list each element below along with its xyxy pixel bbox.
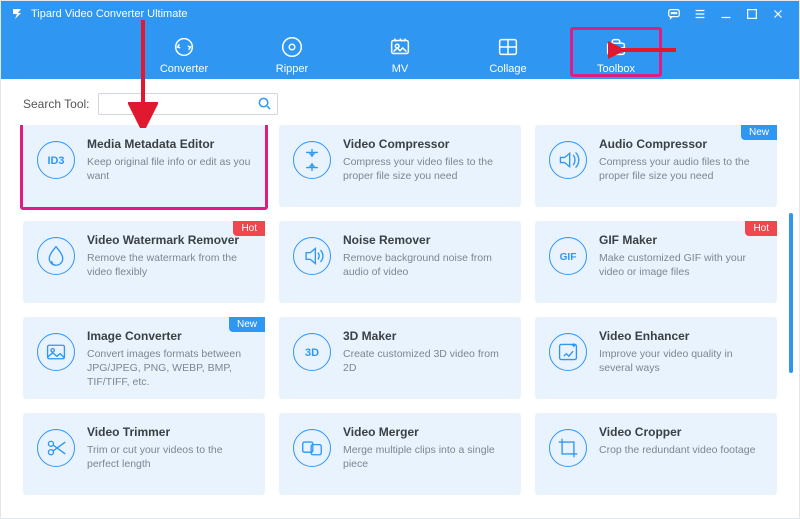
ripper-icon [256,33,328,61]
audiocomp-icon [549,141,587,179]
tool-title: Video Merger [343,425,507,439]
tool-desc: Merge multiple clips into a single piece [343,443,507,471]
tool-card-compress[interactable]: Video Compressor Compress your video file… [279,125,521,207]
toolbar: Search Tool: [1,79,799,125]
tool-title: Image Converter [87,329,251,343]
close-button[interactable] [765,5,791,23]
tool-title: Noise Remover [343,233,507,247]
search-input[interactable] [98,93,278,115]
mv-icon [364,33,436,61]
badge-hot: Hot [745,221,777,236]
tool-title: GIF Maker [599,233,763,247]
search-icon[interactable] [257,96,272,114]
tool-desc: Compress your video files to the proper … [343,155,507,183]
tool-grid-wrap: Media Metadata Editor Keep original file … [1,125,799,519]
titlebar: Tipard Video Converter Ultimate [1,1,799,25]
tool-card-audiocomp[interactable]: Audio Compressor Compress your audio file… [535,125,777,207]
tool-card-watermark[interactable]: Video Watermark Remover Remove the waterm… [23,221,265,303]
tool-title: Media Metadata Editor [87,137,251,151]
tool-card-crop[interactable]: Video Cropper Crop the redundant video fo… [535,413,777,495]
tool-desc: Convert images formats between JPG/JPEG,… [87,347,251,390]
compress-icon [293,141,331,179]
tool-desc: Create customized 3D video from 2D [343,347,507,375]
tool-title: Video Watermark Remover [87,233,251,247]
main-nav: Converter Ripper MV Collage Toolbox [1,33,799,75]
imgconv-icon [37,333,75,371]
converter-icon [148,33,220,61]
tool-card-id3[interactable]: Media Metadata Editor Keep original file … [23,125,265,207]
nav-label: Ripper [256,63,328,75]
scrollbar-thumb[interactable] [789,213,793,373]
3d-icon [293,333,331,371]
enhance-icon [549,333,587,371]
collage-icon [472,33,544,61]
app-logo-icon [9,6,25,22]
tool-desc: Keep original file info or edit as you w… [87,155,251,183]
tool-card-gif[interactable]: GIF Maker Make customized GIF with your v… [535,221,777,303]
nav-mv[interactable]: MV [364,33,436,75]
tool-title: Video Cropper [599,425,763,439]
app-title: Tipard Video Converter Ultimate [31,8,188,20]
gif-icon [549,237,587,275]
tool-desc: Remove the watermark from the video flex… [87,251,251,279]
tool-desc: Compress your audio files to the proper … [599,155,763,183]
trim-icon [37,429,75,467]
badge-new: New [229,317,265,332]
tool-title: Audio Compressor [599,137,763,151]
app-header: Tipard Video Converter Ultimate Converte… [1,1,799,79]
nav-ripper[interactable]: Ripper [256,33,328,75]
minimize-button[interactable] [713,5,739,23]
nav-converter[interactable]: Converter [148,33,220,75]
nav-toolbox[interactable]: Toolbox [580,33,652,75]
tool-desc: Trim or cut your videos to the perfect l… [87,443,251,471]
tool-title: Video Compressor [343,137,507,151]
toolbox-icon [580,33,652,61]
maximize-button[interactable] [739,5,765,23]
badge-hot: Hot [233,221,265,236]
merge-icon [293,429,331,467]
tool-card-trim[interactable]: Video Trimmer Trim or cut your videos to … [23,413,265,495]
tool-desc: Make customized GIF with your video or i… [599,251,763,279]
menu-icon[interactable] [687,5,713,23]
tool-title: Video Enhancer [599,329,763,343]
nav-label: Converter [148,63,220,75]
tool-desc: Improve your video quality in several wa… [599,347,763,375]
tool-title: 3D Maker [343,329,507,343]
nav-label: Toolbox [580,63,652,75]
crop-icon [549,429,587,467]
nav-collage[interactable]: Collage [472,33,544,75]
tool-desc: Remove background noise from audio of vi… [343,251,507,279]
tool-grid: Media Metadata Editor Keep original file … [23,125,777,495]
tool-card-imgconv[interactable]: Image Converter Convert images formats be… [23,317,265,399]
tool-card-enhance[interactable]: Video Enhancer Improve your video quality… [535,317,777,399]
tool-desc: Crop the redundant video footage [599,443,763,457]
id3-icon [37,141,75,179]
nav-label: Collage [472,63,544,75]
search-label: Search Tool: [23,97,90,111]
tool-title: Video Trimmer [87,425,251,439]
feedback-icon[interactable] [661,5,687,23]
badge-new: New [741,125,777,140]
noise-icon [293,237,331,275]
tool-card-3d[interactable]: 3D Maker Create customized 3D video from … [279,317,521,399]
tool-card-merge[interactable]: Video Merger Merge multiple clips into a … [279,413,521,495]
tool-card-noise[interactable]: Noise Remover Remove background noise fro… [279,221,521,303]
watermark-icon [37,237,75,275]
nav-label: MV [364,63,436,75]
